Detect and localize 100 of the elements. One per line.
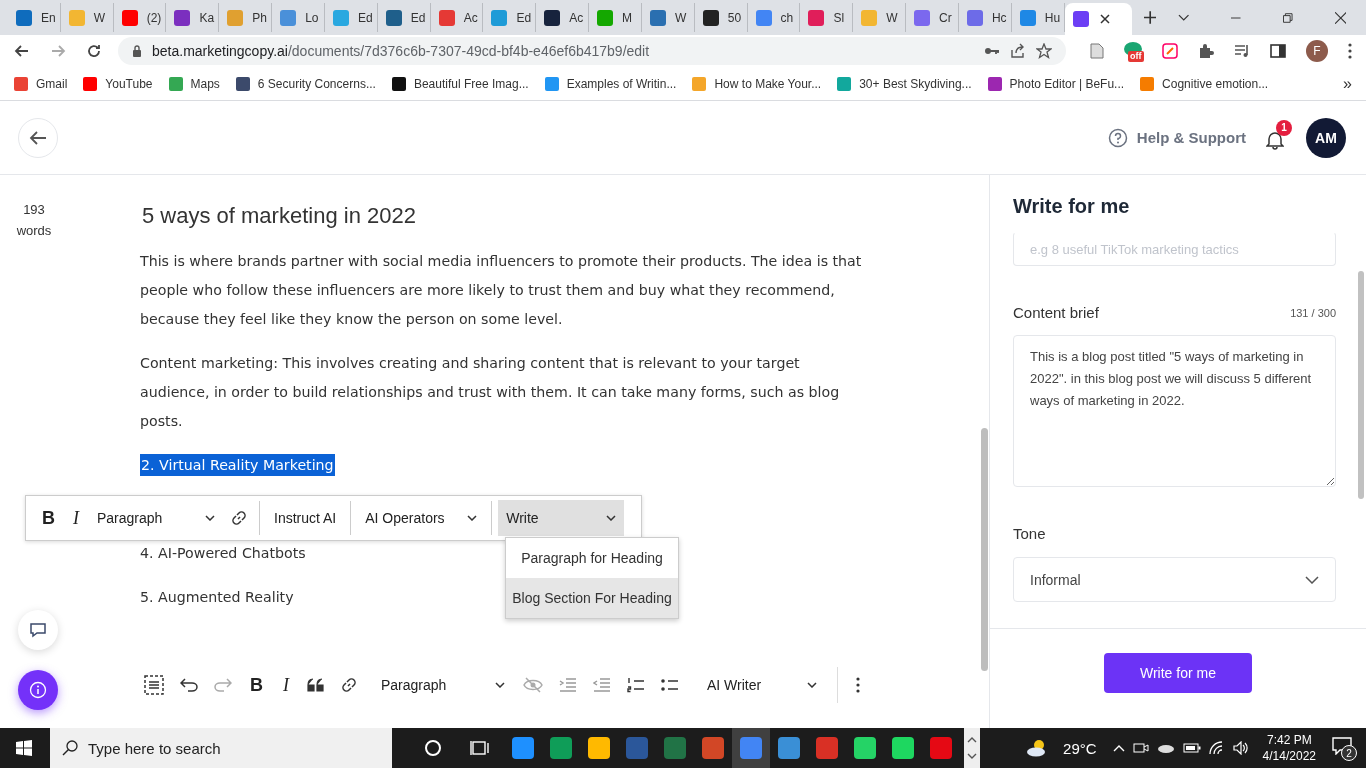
browser-tab[interactable]: En xyxy=(8,3,61,32)
taskbar-scroll-arrows[interactable] xyxy=(964,728,980,768)
italic-button[interactable]: I xyxy=(275,667,297,703)
browser-tab[interactable]: Hc xyxy=(958,3,1012,32)
browser-tab[interactable]: Ph xyxy=(219,3,273,32)
media-icon[interactable] xyxy=(1234,44,1250,58)
key-icon[interactable] xyxy=(984,46,1000,56)
tone-select[interactable]: Informal xyxy=(1013,557,1336,602)
format-dropdown[interactable]: Paragraph xyxy=(373,667,513,703)
write-for-me-button[interactable]: Write for me xyxy=(1104,653,1252,693)
close-icon[interactable] xyxy=(1099,14,1110,24)
link-icon[interactable] xyxy=(341,677,357,693)
italic-button[interactable]: I xyxy=(65,500,87,536)
bookmark[interactable]: 30+ Best Skydiving... xyxy=(837,76,972,91)
browser-tab[interactable]: Ed xyxy=(377,3,431,32)
side-panel-icon[interactable] xyxy=(1270,44,1286,58)
browser-tab[interactable]: ch xyxy=(747,3,801,32)
scrollbar-thumb[interactable] xyxy=(981,428,988,671)
bookmark[interactable]: Cognitive emotion... xyxy=(1140,76,1269,91)
user-avatar[interactable]: AM xyxy=(1306,117,1346,158)
bullet-list-icon[interactable] xyxy=(661,678,679,692)
share-icon[interactable] xyxy=(1010,43,1026,59)
browser-tab[interactable]: 50 xyxy=(694,3,748,32)
browser-tab[interactable]: Sl xyxy=(800,3,854,32)
content-brief-field[interactable]: This is a blog post titled "5 ways of marketing in 2022". in this blog post we will discuss 5 different ways of marketing in 2022. xyxy=(1013,335,1336,487)
chevron-down-icon[interactable] xyxy=(1178,13,1190,22)
browser-tab[interactable]: (2) xyxy=(113,3,167,32)
windows-start-icon[interactable] xyxy=(16,740,32,756)
cortana-icon[interactable] xyxy=(424,739,442,757)
lock-icon xyxy=(132,45,142,57)
bookmark[interactable]: How to Make Your... xyxy=(692,76,822,91)
link-icon[interactable] xyxy=(231,510,247,526)
back-icon[interactable] xyxy=(14,43,30,59)
browser-tab[interactable]: W xyxy=(60,3,114,32)
bookmark[interactable]: 6 Security Concerns... xyxy=(235,76,376,91)
star-icon[interactable] xyxy=(1036,43,1052,59)
help-icon[interactable] xyxy=(1107,127,1128,148)
bookmark[interactable]: YouTube xyxy=(83,76,153,91)
bookmark-label: 30+ Best Skydiving... xyxy=(859,76,972,91)
undo-icon[interactable] xyxy=(180,678,198,692)
new-tab-icon[interactable] xyxy=(1143,11,1157,24)
bookmark-label: Gmail xyxy=(36,76,68,91)
speaker-icon[interactable] xyxy=(1232,741,1249,755)
more-bookmarks-button[interactable]: » xyxy=(1343,74,1352,93)
help-link[interactable]: Help & Support xyxy=(1136,129,1246,146)
browser-tab[interactable]: Hu xyxy=(1011,3,1065,32)
write-dropdown[interactable]: Write xyxy=(498,500,625,536)
chevron-up-icon[interactable] xyxy=(1112,744,1125,752)
ai-operators-dropdown[interactable]: AI Operators xyxy=(357,500,486,536)
more-icon[interactable] xyxy=(856,677,860,693)
menu-item[interactable]: Blog Section For Heading xyxy=(506,578,678,618)
browser-tab[interactable]: Ac xyxy=(536,3,590,32)
chat-button[interactable] xyxy=(18,610,58,650)
cloud-icon[interactable] xyxy=(1156,743,1175,753)
battery-icon[interactable] xyxy=(1182,743,1201,753)
profile-avatar[interactable]: F xyxy=(1306,40,1328,62)
camera-icon[interactable] xyxy=(1132,741,1149,755)
bookmark[interactable]: Maps xyxy=(168,76,220,91)
browser-tab[interactable]: Ed xyxy=(483,3,537,32)
bookmark[interactable]: Photo Editor | BeFu... xyxy=(987,76,1125,91)
clock[interactable]: 7:42 PM 4/14/2022 xyxy=(1262,732,1316,764)
bookmark[interactable]: Examples of Writin... xyxy=(544,76,677,91)
bell-icon[interactable] xyxy=(1266,129,1284,150)
bold-button[interactable]: B xyxy=(34,500,63,536)
back-button[interactable] xyxy=(18,117,58,158)
browser-tab[interactable]: Lo xyxy=(272,3,325,32)
menu-item[interactable]: Paragraph for Heading xyxy=(506,538,678,578)
format-dropdown[interactable]: Paragraph xyxy=(89,500,223,536)
notification-center-icon[interactable] xyxy=(1332,737,1352,755)
browser-tab[interactable]: Cr xyxy=(906,3,959,32)
browser-tab[interactable]: Ac xyxy=(430,3,484,32)
reload-icon[interactable] xyxy=(86,43,102,59)
task-view-icon[interactable] xyxy=(470,740,490,756)
info-button[interactable] xyxy=(18,670,58,710)
close-icon[interactable] xyxy=(1334,11,1346,24)
restore-icon[interactable] xyxy=(1283,12,1293,23)
document-icon[interactable] xyxy=(1090,43,1104,59)
minimize-icon[interactable] xyxy=(1231,16,1241,19)
scrollbar-thumb[interactable] xyxy=(1358,271,1364,499)
ai-writer-dropdown[interactable]: AI Writer xyxy=(699,667,825,703)
puzzle-icon[interactable] xyxy=(1198,43,1214,59)
browser-tab[interactable]: W xyxy=(853,3,907,32)
extension-icon[interactable] xyxy=(1162,43,1178,59)
more-icon[interactable] xyxy=(1348,43,1352,59)
taskbar-search-field[interactable]: Type here to search xyxy=(50,728,392,768)
topic-field[interactable]: e.g 8 useful TikTok marketing tactics xyxy=(1013,232,1336,266)
select-all-icon[interactable] xyxy=(144,675,164,695)
numbered-list-icon[interactable] xyxy=(627,677,645,693)
instruct-ai-button[interactable]: Instruct AI xyxy=(266,500,345,536)
quote-icon[interactable] xyxy=(307,678,325,692)
bookmark[interactable]: Beautiful Free Imag... xyxy=(391,76,529,91)
browser-tab[interactable]: M xyxy=(589,3,642,32)
wifi-icon[interactable] xyxy=(1208,741,1225,755)
browser-tab[interactable]: Ka xyxy=(166,3,220,32)
bold-button[interactable]: B xyxy=(242,667,271,703)
bookmark[interactable]: Gmail xyxy=(14,76,68,91)
address-bar[interactable]: beta.marketingcopy.ai/documents/7d376c6b-7307-49cd-bf4b-e46ef6b417b9/edit xyxy=(118,37,1066,65)
browser-tab[interactable]: W xyxy=(641,3,695,32)
browser-tab[interactable] xyxy=(1064,3,1132,35)
browser-tab[interactable]: Ed xyxy=(324,3,378,32)
